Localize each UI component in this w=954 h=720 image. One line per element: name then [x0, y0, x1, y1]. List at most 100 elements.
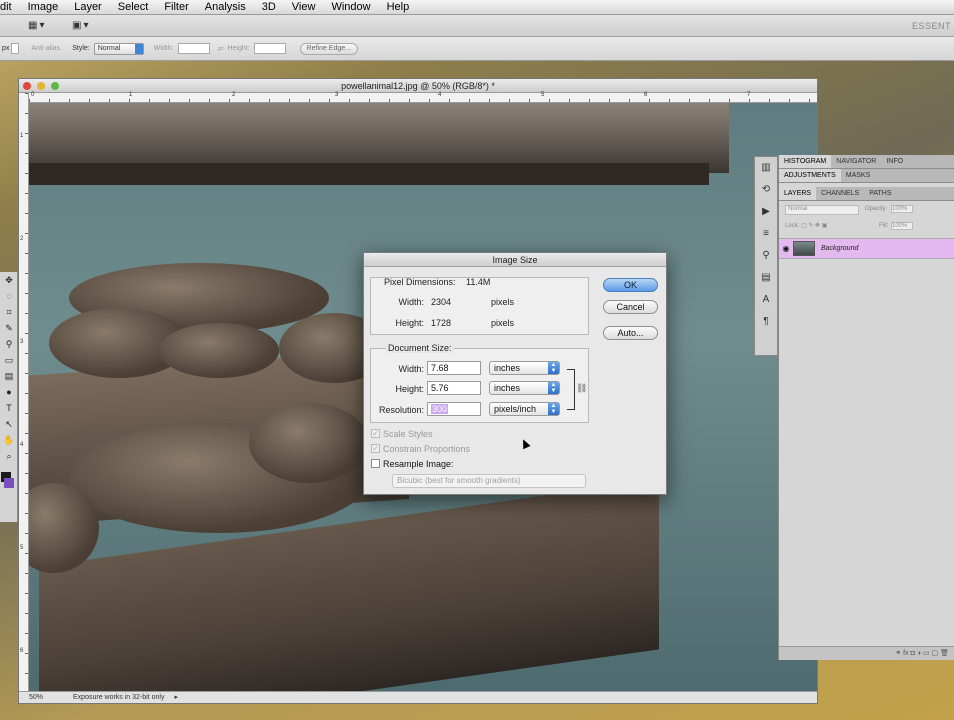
- layers-options: Normal Opacity: 100% Lock: ▢ ✎ ✥ ▣ Fill:…: [779, 201, 954, 239]
- blend-mode-select[interactable]: Normal: [785, 205, 859, 215]
- menu-select[interactable]: Select: [110, 0, 157, 15]
- eraser-tool-icon[interactable]: ▭: [0, 352, 18, 368]
- scale-styles-checkbox[interactable]: ✓: [371, 429, 380, 438]
- chevron-down-icon: ▾: [39, 20, 45, 31]
- doc-height-field[interactable]: 5.76: [427, 381, 481, 395]
- panel-icon-strip: ▥ ⟲ ▶ ≡ ⚲ ▤ A ¶: [754, 156, 778, 356]
- chevron-down-icon: ▾: [83, 20, 89, 31]
- doc-width-unit-select[interactable]: inches ▲ ▼: [489, 361, 560, 375]
- tab-navigator[interactable]: NAVIGATOR: [831, 155, 881, 168]
- tab-channels[interactable]: CHANNELS: [816, 187, 864, 200]
- lasso-tool-icon[interactable]: ◌: [0, 288, 18, 304]
- paragraph-panel-icon[interactable]: ¶: [755, 311, 777, 333]
- layer-name[interactable]: Background: [821, 245, 858, 252]
- trash-icon[interactable]: 🗑: [940, 650, 949, 657]
- workspace-switcher[interactable]: ESSENT: [912, 21, 954, 31]
- new-layer-icon[interactable]: ▢: [932, 650, 939, 657]
- screen-mode-button[interactable]: ▣ ▾: [72, 18, 104, 34]
- menu-edit[interactable]: dit: [0, 0, 20, 15]
- menu-help[interactable]: Help: [379, 0, 418, 15]
- layer-row-background[interactable]: ◉ Background: [779, 239, 954, 259]
- tab-adjustments[interactable]: ADJUSTMENTS: [779, 169, 841, 182]
- minimize-window-icon[interactable]: [37, 82, 45, 90]
- zoom-tool-icon[interactable]: ⌕: [0, 448, 18, 464]
- opacity-field[interactable]: 100%: [891, 205, 913, 213]
- tab-info[interactable]: INFO: [881, 155, 908, 168]
- menu-layer[interactable]: Layer: [66, 0, 110, 15]
- tab-paths[interactable]: PATHS: [864, 187, 896, 200]
- stamp-tool-icon[interactable]: ⚲: [0, 336, 18, 352]
- arrange-documents-button[interactable]: ▦ ▾: [28, 18, 60, 34]
- status-menu-icon[interactable]: ▸: [174, 692, 178, 703]
- ruler-tick-label: 7: [747, 92, 751, 98]
- brush-tool-icon[interactable]: ✎: [0, 320, 18, 336]
- pixel-height-unit: pixels: [491, 318, 515, 328]
- move-tool-icon[interactable]: ✥: [0, 272, 18, 288]
- fx-icon[interactable]: fx: [903, 650, 908, 657]
- group-icon[interactable]: ▭: [923, 650, 930, 657]
- actions-panel-icon[interactable]: ▶: [755, 201, 777, 223]
- close-window-icon[interactable]: [23, 82, 31, 90]
- clone-source-panel-icon[interactable]: ⚲: [755, 245, 777, 267]
- background-color-swatch[interactable]: [4, 478, 14, 488]
- mask-icon[interactable]: ◘: [911, 650, 915, 657]
- cancel-button[interactable]: Cancel: [603, 300, 658, 314]
- tab-layers[interactable]: LAYERS: [779, 187, 817, 200]
- auto-button[interactable]: Auto...: [603, 326, 658, 340]
- constrain-proportions-checkbox[interactable]: ✓: [371, 444, 380, 453]
- swap-icon[interactable]: ⇄: [218, 45, 224, 53]
- feather-field[interactable]: [11, 43, 20, 54]
- doc-width-unit: inches: [494, 363, 521, 373]
- ruler-tick-label: 0: [31, 92, 35, 98]
- document-title-bar[interactable]: powellanimal12.jpg @ 50% (RGB/8*) *: [19, 79, 817, 93]
- tool-presets-panel-icon[interactable]: ▤: [755, 267, 777, 289]
- eye-icon[interactable]: ◉: [779, 244, 793, 253]
- doc-width-field[interactable]: 7.68: [427, 361, 481, 375]
- horizontal-ruler[interactable]: 0 1 2 3 4 5 6 7: [29, 92, 817, 103]
- path-tool-icon[interactable]: ↖: [0, 416, 18, 432]
- menu-window[interactable]: Window: [323, 0, 378, 15]
- menu-filter[interactable]: Filter: [156, 0, 196, 15]
- tools-panel: ✥ ◌ ⌗ ✎ ⚲ ▭ ▤ ● T ↖ ✋ ⌕: [0, 272, 18, 522]
- status-info[interactable]: Exposure works in 32-bit only: [73, 692, 164, 703]
- resample-method-select[interactable]: Bicubic (best for smooth gradients): [392, 474, 586, 488]
- height-field[interactable]: [253, 43, 286, 54]
- lock-icons[interactable]: ▢ ✎ ✥ ▣: [801, 222, 827, 229]
- gradient-tool-icon[interactable]: ▤: [0, 368, 18, 384]
- vertical-ruler[interactable]: 1 2 3 4 5 6: [19, 93, 29, 691]
- text-tool-icon[interactable]: T: [0, 400, 18, 416]
- zoom-level[interactable]: 50%: [29, 692, 43, 703]
- doc-height-unit-select[interactable]: inches ▲ ▼: [489, 381, 560, 395]
- adjustments-panel-icon[interactable]: ≡: [755, 223, 777, 245]
- adjustment-layer-icon[interactable]: ◑: [917, 650, 921, 657]
- fill-field[interactable]: 100%: [891, 222, 913, 230]
- refine-edge-button[interactable]: Refine Edge...: [299, 42, 358, 55]
- tab-histogram[interactable]: HISTOGRAM: [779, 155, 832, 168]
- anti-alias-checkbox[interactable]: Anti-alias: [31, 45, 60, 52]
- crop-tool-icon[interactable]: ⌗: [0, 304, 18, 320]
- resolution-unit-select[interactable]: pixels/inch ▲ ▼: [489, 402, 560, 416]
- style-select[interactable]: Normal: [93, 42, 144, 55]
- width-field[interactable]: [177, 43, 210, 54]
- menu-image[interactable]: Image: [20, 0, 67, 15]
- link-icon[interactable]: ⚭: [895, 650, 901, 657]
- resample-image-checkbox[interactable]: [371, 459, 380, 468]
- panel-tabs-layers: LAYERS CHANNELS PATHS: [779, 187, 954, 201]
- dodge-tool-icon[interactable]: ●: [0, 384, 18, 400]
- ruler-tick-label: 1: [129, 92, 133, 98]
- pixel-dimensions-size: 11.4M: [466, 277, 491, 287]
- ok-button[interactable]: OK: [603, 278, 658, 292]
- menu-analysis[interactable]: Analysis: [197, 0, 254, 15]
- hand-tool-icon[interactable]: ✋: [0, 432, 18, 448]
- histogram-panel-icon[interactable]: ▥: [755, 157, 777, 179]
- history-panel-icon[interactable]: ⟲: [755, 179, 777, 201]
- opacity-label: Opacity:: [865, 206, 888, 212]
- menu-3d[interactable]: 3D: [254, 0, 284, 15]
- character-panel-icon[interactable]: A: [755, 289, 777, 311]
- menu-view[interactable]: View: [284, 0, 324, 15]
- tab-masks[interactable]: MASKS: [841, 169, 876, 182]
- ruler-tick-label: 4: [20, 442, 24, 448]
- resolution-field[interactable]: 300: [427, 402, 481, 416]
- chain-link-icon: ⛓: [576, 383, 588, 393]
- zoom-window-icon[interactable]: [51, 82, 59, 90]
